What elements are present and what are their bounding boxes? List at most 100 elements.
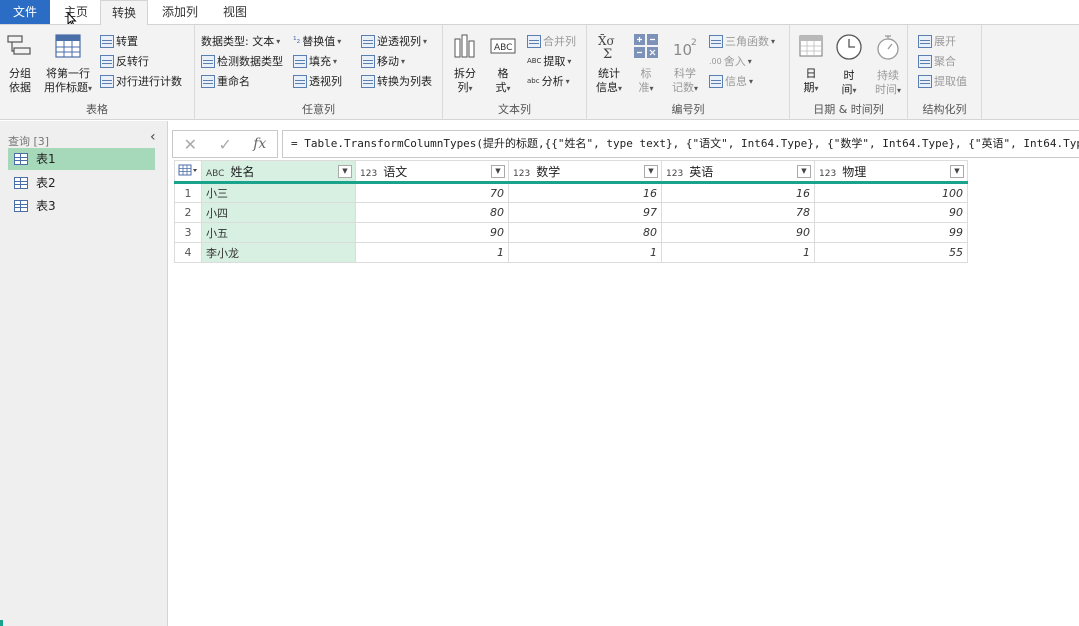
scientific-button[interactable]: 10 2 科学 记数▾ xyxy=(667,33,703,96)
reverse-rows-button[interactable]: 反转行 xyxy=(100,53,149,69)
number-type-icon[interactable]: 123 xyxy=(360,169,377,179)
number-info-button[interactable]: 信息 ▾ xyxy=(709,73,753,89)
tab-transform[interactable]: 转换 xyxy=(100,0,148,25)
time-button[interactable]: 时 间▾ xyxy=(832,33,866,98)
expand-button[interactable]: 展开 xyxy=(918,33,956,49)
detect-type-icon xyxy=(201,54,215,68)
merge-icon xyxy=(527,34,541,48)
number-type-icon[interactable]: 123 xyxy=(819,169,836,179)
split-column-icon xyxy=(454,34,475,58)
table-cell[interactable]: 小三 xyxy=(201,182,356,203)
merge-columns-button[interactable]: 合并列 xyxy=(527,33,576,49)
row-number[interactable]: 2 xyxy=(174,202,202,223)
group-by-icon xyxy=(7,35,31,55)
transpose-button[interactable]: 转置 xyxy=(100,33,138,49)
filter-dropdown-icon[interactable]: ▼ xyxy=(797,165,811,178)
cancel-icon[interactable]: ✕ xyxy=(184,135,197,154)
filter-dropdown-icon[interactable]: ▼ xyxy=(950,165,964,178)
table-menu-icon[interactable] xyxy=(174,160,202,184)
query-item-table3[interactable]: 表3 xyxy=(8,195,155,217)
reverse-rows-icon xyxy=(100,54,114,68)
convert-to-list-button[interactable]: 转换为列表 xyxy=(361,73,432,89)
unpivot-columns-button[interactable]: 逆透视列 ▾ xyxy=(361,33,427,49)
table-cell[interactable]: 55 xyxy=(814,242,968,263)
fill-button[interactable]: 填充 ▾ xyxy=(293,53,337,69)
detect-data-type-button[interactable]: 检测数据类型 xyxy=(201,53,283,69)
info-icon xyxy=(709,74,723,88)
parse-icon: abc xyxy=(527,77,540,85)
table-cell[interactable]: 100 xyxy=(814,182,968,203)
table-cell[interactable]: 97 xyxy=(508,202,662,223)
filter-dropdown-icon[interactable]: ▼ xyxy=(491,165,505,178)
extract-values-button[interactable]: 提取值 xyxy=(918,73,967,89)
table-cell[interactable]: 16 xyxy=(508,182,662,203)
row-number[interactable]: 3 xyxy=(174,222,202,243)
standard-button[interactable]: 标 准▾ xyxy=(631,33,661,96)
split-column-button[interactable]: 拆分 列▾ xyxy=(449,33,481,96)
table-cell[interactable]: 70 xyxy=(355,182,509,203)
table-cell[interactable]: 小五 xyxy=(201,222,356,243)
fx-icon[interactable]: fx xyxy=(253,136,266,152)
replace-values-button[interactable]: ¹₂ 替换值 ▾ xyxy=(293,33,341,49)
table-cell[interactable]: 78 xyxy=(661,202,815,223)
confirm-icon[interactable]: ✓ xyxy=(218,135,231,154)
tab-view[interactable]: 视图 xyxy=(212,0,258,24)
pivot-column-button[interactable]: 透视列 xyxy=(293,73,342,89)
group-label-text-column: 文本列 xyxy=(498,103,531,116)
statistics-button[interactable]: X̄σ Σ 统计 信息▾ xyxy=(591,33,627,96)
query-item-table2[interactable]: 表2 xyxy=(8,172,155,194)
table-cell[interactable]: 1 xyxy=(661,242,815,263)
column-header-physics[interactable]: 123 物理 ▼ xyxy=(814,160,968,184)
table-cell[interactable]: 80 xyxy=(355,202,509,223)
query-item-table1[interactable]: 表1 xyxy=(8,148,155,170)
column-header-english[interactable]: 123 英语 ▼ xyxy=(661,160,815,184)
table-cell[interactable]: 16 xyxy=(661,182,815,203)
table-cell[interactable]: 80 xyxy=(508,222,662,243)
duration-button[interactable]: 持续 时间▾ xyxy=(870,33,906,98)
group-structured-column: 展开 聚合 提取值 结构化列 xyxy=(908,25,982,120)
number-type-icon[interactable]: 123 xyxy=(666,169,683,179)
column-header-name[interactable]: ABC 姓名 ▼ xyxy=(201,160,356,184)
extract-button[interactable]: ABC 提取 ▾ xyxy=(527,53,571,69)
group-number-column: X̄σ Σ 统计 信息▾ 标 准▾ 10 2 科学 记数▾ 三角函数 ▾ .00 舍… xyxy=(587,25,790,120)
row-number[interactable]: 4 xyxy=(174,242,202,263)
rename-button[interactable]: 重命名 xyxy=(201,73,250,89)
trigonometry-button[interactable]: 三角函数 ▾ xyxy=(709,33,775,49)
ribbon: 分组 依据 将第一行 用作标题▾ 转置 反转行 对行进行计数 表格 数据类型: … xyxy=(0,24,1079,120)
data-type-dropdown[interactable]: 数据类型: 文本 ▾ xyxy=(201,33,280,49)
table-cell[interactable]: 90 xyxy=(814,202,968,223)
table-cell[interactable]: 90 xyxy=(355,222,509,243)
tab-file[interactable]: 文件 xyxy=(0,0,50,24)
group-by-button[interactable]: 分组 依据 xyxy=(4,33,36,95)
column-header-math[interactable]: 123 数学 ▼ xyxy=(508,160,662,184)
text-type-icon[interactable]: ABC xyxy=(206,169,224,179)
status-accent xyxy=(0,620,3,626)
filter-dropdown-icon[interactable]: ▼ xyxy=(338,165,352,178)
table-cell[interactable]: 1 xyxy=(355,242,509,263)
row-number[interactable]: 1 xyxy=(174,182,202,203)
table-cell[interactable]: 99 xyxy=(814,222,968,243)
table-cell[interactable]: 1 xyxy=(508,242,662,263)
number-type-icon[interactable]: 123 xyxy=(513,169,530,179)
rounding-button[interactable]: .00 舍入 ▾ xyxy=(709,53,752,69)
formula-buttons: ✕ ✓ fx xyxy=(172,130,278,158)
move-button[interactable]: 移动 ▾ xyxy=(361,53,405,69)
count-rows-button[interactable]: 对行进行计数 xyxy=(100,73,182,89)
collapse-pane-icon[interactable]: ‹ xyxy=(150,129,156,145)
table-cell[interactable]: 90 xyxy=(661,222,815,243)
aggregate-button[interactable]: 聚合 xyxy=(918,53,956,69)
filter-dropdown-icon[interactable]: ▼ xyxy=(644,165,658,178)
count-rows-icon xyxy=(100,74,114,88)
format-button[interactable]: ABC 格 式▾ xyxy=(487,33,519,96)
column-header-chinese[interactable]: 123 语文 ▼ xyxy=(355,160,509,184)
formula-bar[interactable]: = Table.TransformColumnTypes(提升的标题,{{"姓名… xyxy=(282,130,1079,158)
group-text-column: 拆分 列▾ ABC 格 式▾ 合并列 ABC 提取 ▾ abc 分析 ▾ 文本列 xyxy=(443,25,587,120)
arithmetic-icon xyxy=(634,34,658,58)
date-button[interactable]: 日 期▾ xyxy=(794,33,828,96)
table-cell[interactable]: 李小龙 xyxy=(201,242,356,263)
parse-button[interactable]: abc 分析 ▾ xyxy=(527,73,570,89)
use-first-row-as-headers-button[interactable]: 将第一行 用作标题▾ xyxy=(40,33,96,96)
table-cell[interactable]: 小四 xyxy=(201,202,356,223)
queries-title: 查询 [3] xyxy=(8,135,50,148)
tab-add-column[interactable]: 添加列 xyxy=(154,0,206,24)
